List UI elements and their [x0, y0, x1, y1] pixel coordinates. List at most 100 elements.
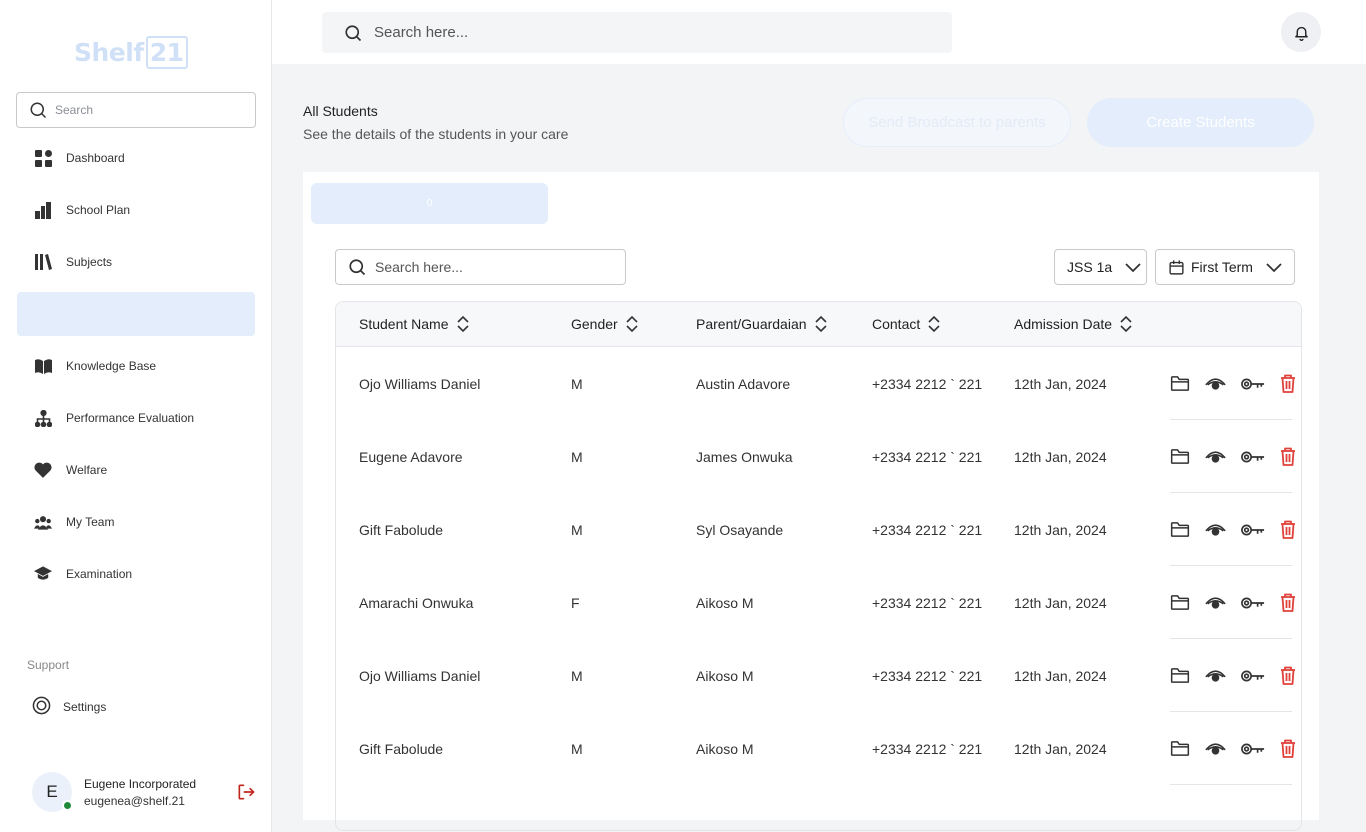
folder-icon[interactable]	[1170, 521, 1190, 538]
trash-icon[interactable]	[1280, 520, 1296, 539]
students-search-placeholder: Search here...	[375, 259, 463, 275]
chevron-down-icon	[1266, 263, 1282, 273]
eye-icon[interactable]	[1205, 742, 1226, 756]
heart-icon	[34, 461, 52, 479]
table-row: Ojo Williams Daniel M Aikoso M +2334 221…	[336, 639, 1301, 712]
sidebar-search-input[interactable]: Search	[16, 92, 256, 128]
sidebar-item-label: School Plan	[66, 203, 131, 217]
class-select[interactable]: JSS 1a	[1054, 249, 1147, 285]
folder-icon[interactable]	[1170, 375, 1190, 392]
online-status-dot	[62, 800, 73, 811]
column-parent-guardian[interactable]: Parent/Guardaian	[696, 315, 828, 333]
term-select[interactable]: First Term	[1155, 249, 1295, 285]
eye-icon[interactable]	[1205, 669, 1226, 683]
sidebar-item-active[interactable]	[17, 292, 255, 336]
send-broadcast-button[interactable]: Send Broadcast to parents	[843, 98, 1071, 147]
cell-student-name: Ojo Williams Daniel	[359, 375, 481, 392]
cell-parent: James Onwuka	[696, 448, 793, 465]
row-divider	[1170, 784, 1292, 785]
cell-admission-date: 12th Jan, 2024	[1014, 448, 1107, 465]
cell-student-name: Eugene Adavore	[359, 448, 463, 465]
notification-button[interactable]	[1281, 12, 1321, 52]
table-row: Gift Fabolude M Aikoso M +2334 2212 ` 22…	[336, 712, 1301, 785]
cell-student-name: Gift Fabolude	[359, 521, 444, 538]
eye-icon[interactable]	[1205, 450, 1226, 464]
folder-icon[interactable]	[1170, 448, 1190, 465]
cell-admission-date: 12th Jan, 2024	[1014, 667, 1107, 684]
page-subtitle: See the details of the students in your …	[303, 126, 569, 142]
key-icon[interactable]	[1241, 669, 1265, 683]
key-icon[interactable]	[1241, 596, 1265, 610]
sidebar-item-welfare[interactable]: Welfare	[17, 448, 255, 492]
tab-pill[interactable]: 0	[311, 183, 548, 224]
open-book-icon	[34, 357, 52, 375]
cell-student-name: Gift Fabolude	[359, 740, 444, 757]
row-actions	[1170, 639, 1301, 712]
folder-icon[interactable]	[1170, 594, 1190, 611]
sidebar-item-dashboard[interactable]: Dashboard	[17, 136, 255, 180]
logout-icon[interactable]	[236, 782, 256, 807]
key-icon[interactable]	[1241, 450, 1265, 464]
eye-icon[interactable]	[1205, 596, 1226, 610]
tab-count: 0	[426, 198, 433, 209]
calendar-icon	[1169, 259, 1184, 275]
folder-icon[interactable]	[1170, 667, 1190, 684]
top-search-input[interactable]: Search here...	[322, 12, 952, 53]
user-profile: E Eugene Incorporated eugenea@shelf.21	[32, 772, 196, 812]
sidebar-item-school-plan[interactable]: School Plan	[17, 188, 255, 232]
trash-icon[interactable]	[1280, 593, 1296, 612]
trash-icon[interactable]	[1280, 374, 1296, 393]
cell-parent: Aikoso M	[696, 594, 754, 611]
sidebar: Shelf 21 Search Dashboard School Plan Sub…	[0, 0, 272, 832]
sidebar-item-examination[interactable]: Examination	[17, 552, 255, 596]
row-actions	[1170, 566, 1301, 639]
sidebar-item-label: Welfare	[66, 463, 108, 477]
key-icon[interactable]	[1241, 523, 1265, 537]
sidebar-item-performance-evaluation[interactable]: Performance Evaluation	[17, 396, 255, 440]
students-search-input[interactable]: Search here...	[335, 249, 626, 285]
cell-parent: Austin Adavore	[696, 375, 791, 392]
topbar: Search here...	[272, 0, 1366, 64]
sidebar-item-my-team[interactable]: My Team	[17, 500, 255, 544]
team-icon	[34, 513, 52, 531]
top-search-placeholder: Search here...	[374, 24, 469, 41]
column-contact[interactable]: Contact	[872, 315, 941, 333]
sidebar-item-label: Knowledge Base	[66, 359, 157, 373]
table-row: Eugene Adavore M James Onwuka +2334 2212…	[336, 420, 1301, 493]
cell-contact: +2334 2212 ` 221	[872, 375, 983, 392]
cell-gender: F	[571, 594, 580, 611]
cell-gender: M	[571, 448, 583, 465]
create-students-button[interactable]: Create Students	[1087, 98, 1314, 147]
trash-icon[interactable]	[1280, 739, 1296, 758]
key-icon[interactable]	[1241, 742, 1265, 756]
column-admission-date[interactable]: Admission Date	[1014, 315, 1133, 333]
trash-icon[interactable]	[1280, 447, 1296, 466]
key-icon[interactable]	[1241, 377, 1265, 391]
sort-icon	[456, 315, 469, 333]
cell-gender: M	[571, 521, 583, 538]
trash-icon[interactable]	[1280, 666, 1296, 685]
cell-gender: M	[571, 667, 583, 684]
sidebar-item-settings[interactable]: Settings	[32, 696, 106, 718]
eye-icon[interactable]	[1205, 523, 1226, 537]
logo[interactable]: Shelf 21	[74, 36, 188, 69]
sidebar-search-placeholder: Search	[55, 103, 94, 117]
eye-icon[interactable]	[1205, 377, 1226, 391]
cell-gender: M	[571, 740, 583, 757]
cell-parent: Syl Osayande	[696, 521, 784, 538]
folder-icon[interactable]	[1170, 740, 1190, 757]
column-gender[interactable]: Gender	[571, 315, 639, 333]
cell-admission-date: 12th Jan, 2024	[1014, 521, 1107, 538]
sidebar-item-label: Performance Evaluation	[66, 411, 195, 425]
bell-icon	[1294, 26, 1308, 41]
page-title: All Students	[303, 103, 378, 119]
term-select-value: First Term	[1191, 259, 1253, 275]
row-actions	[1170, 420, 1301, 493]
cell-gender: M	[571, 375, 583, 392]
sort-icon	[928, 315, 940, 333]
table-row: Gift Fabolude M Syl Osayande +2334 2212 …	[336, 493, 1301, 566]
sidebar-item-subjects[interactable]: Subjects	[17, 240, 255, 284]
sidebar-item-knowledge-base[interactable]: Knowledge Base	[17, 344, 255, 388]
column-student-name[interactable]: Student Name	[359, 315, 470, 333]
avatar[interactable]: E	[32, 772, 73, 812]
